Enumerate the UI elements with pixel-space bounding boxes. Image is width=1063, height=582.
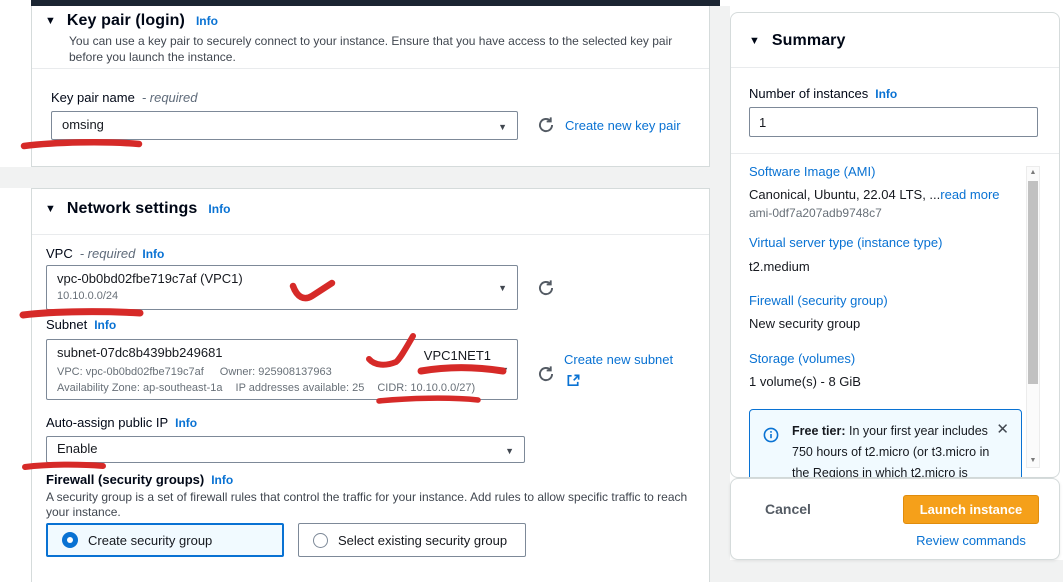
info-link[interactable]: Info — [94, 318, 116, 332]
create-security-group-option[interactable]: Create security group — [46, 523, 284, 557]
chevron-down-icon: ▼ — [505, 446, 514, 456]
close-icon[interactable]: ✕ — [996, 420, 1009, 438]
external-link-icon[interactable] — [566, 373, 581, 388]
subnet-meta-row-1: VPC: vpc-0b0bd02fbe719c7af Owner: 925908… — [57, 366, 332, 378]
vpc-cidr: 10.10.0.0/24 — [57, 290, 118, 302]
info-link[interactable]: Info — [211, 473, 233, 487]
bottom-gap — [730, 560, 1063, 582]
info-link[interactable]: Info — [196, 14, 218, 28]
scrollbar-thumb[interactable] — [1028, 181, 1038, 384]
footer-actions: Cancel Launch instance Review commands — [730, 478, 1060, 560]
key-pair-description: You can use a key pair to securely conne… — [69, 33, 687, 65]
network-header[interactable]: ▼ Network settings Info — [45, 200, 230, 218]
number-of-instances-input[interactable] — [749, 107, 1038, 137]
section-collapse-icon[interactable]: ▼ — [45, 15, 56, 27]
info-link[interactable]: Info — [175, 416, 197, 430]
storage-value: 1 volume(s) - 8 GiB — [749, 374, 861, 389]
scroll-up-icon[interactable]: ▲ — [1027, 167, 1039, 179]
instance-type-value: t2.medium — [749, 259, 810, 274]
summary-header[interactable]: ▼ Summary — [749, 32, 846, 50]
divider — [32, 234, 709, 235]
vpc-selected-value: vpc-0b0bd02fbe719c7af (VPC1) — [57, 271, 243, 286]
number-of-instances-label: Number of instances Info — [749, 86, 897, 101]
free-tier-line-1: Free tier: In your first year includes — [792, 421, 992, 442]
free-tier-line-3: the Regions in which t2.micro is — [792, 463, 992, 478]
subnet-label: Subnet Info — [46, 317, 116, 332]
chevron-down-icon: ▼ — [498, 122, 507, 132]
info-link[interactable]: Info — [142, 247, 164, 261]
subnet-meta-row-2: Availability Zone: ap-southeast-1a IP ad… — [57, 382, 475, 394]
auto-assign-ip-select[interactable]: Enable ▼ — [46, 436, 525, 463]
section-collapse-icon[interactable]: ▼ — [45, 203, 56, 215]
key-pair-name-label: Key pair name - required — [51, 90, 197, 105]
refresh-icon[interactable] — [537, 116, 555, 134]
scroll-down-icon[interactable]: ▼ — [1027, 455, 1039, 467]
key-pair-selected-value: omsing — [62, 117, 104, 132]
chevron-down-icon: ▼ — [500, 365, 509, 375]
vpc-select[interactable]: vpc-0b0bd02fbe719c7af (VPC1) 10.10.0.0/2… — [46, 265, 518, 310]
instance-type-link[interactable]: Virtual server type (instance type) — [749, 235, 942, 250]
divider — [731, 67, 1059, 68]
auto-assign-ip-value: Enable — [57, 441, 97, 456]
launch-instance-button[interactable]: Launch instance — [903, 495, 1039, 524]
storage-link[interactable]: Storage (volumes) — [749, 351, 855, 366]
section-collapse-icon[interactable]: ▼ — [749, 35, 760, 47]
subnet-select[interactable]: subnet-07dc8b439bb249681 VPC1NET1 VPC: v… — [46, 339, 518, 400]
radio-selected-icon[interactable] — [62, 532, 78, 548]
divider — [32, 68, 709, 69]
ami-link[interactable]: Software Image (AMI) — [749, 164, 875, 179]
cancel-button[interactable]: Cancel — [765, 501, 811, 517]
firewall-value: New security group — [749, 316, 860, 331]
info-circle-icon — [763, 427, 779, 443]
vpc-label: VPC - required Info — [46, 246, 164, 261]
refresh-icon[interactable] — [537, 279, 555, 297]
subnet-id: subnet-07dc8b439bb249681 — [57, 345, 223, 360]
ami-description: Canonical, Ubuntu, 22.04 LTS, ...read mo… — [749, 187, 1000, 202]
read-more-link[interactable]: read more — [940, 187, 999, 202]
create-subnet-link[interactable]: Create new subnet — [564, 352, 673, 367]
firewall-description: A security group is a set of firewall ru… — [46, 490, 694, 520]
radio-unselected-icon[interactable] — [313, 533, 328, 548]
review-commands-link[interactable]: Review commands — [903, 533, 1039, 548]
info-link[interactable]: Info — [208, 202, 230, 216]
column-gap — [710, 6, 730, 582]
create-key-pair-link[interactable]: Create new key pair — [565, 118, 681, 133]
divider — [731, 153, 1059, 154]
firewall-link[interactable]: Firewall (security group) — [749, 293, 888, 308]
subnet-name: VPC1NET1 — [424, 348, 491, 363]
ami-id: ami-0df7a207adb9748c7 — [749, 206, 882, 220]
auto-assign-ip-label: Auto-assign public IP Info — [46, 415, 197, 430]
key-pair-select[interactable]: omsing ▼ — [51, 111, 518, 140]
key-pair-section: ▼ Key pair (login) Info You can use a ke… — [31, 6, 710, 167]
select-security-group-option[interactable]: Select existing security group — [298, 523, 526, 557]
network-settings-section: ▼ Network settings Info VPC - required I… — [31, 188, 710, 582]
chevron-down-icon: ▼ — [498, 283, 507, 293]
section-gap — [0, 167, 710, 188]
free-tier-line-2: 750 hours of t2.micro (or t3.micro in — [792, 442, 992, 463]
summary-panel: ▼ Summary Number of instances Info Softw… — [730, 12, 1060, 478]
launch-instance-page: ▼ Key pair (login) Info You can use a ke… — [0, 0, 1063, 582]
info-link[interactable]: Info — [875, 87, 897, 101]
section-title: Network settings — [67, 200, 198, 218]
key-pair-header[interactable]: ▼ Key pair (login) Info — [45, 12, 218, 30]
refresh-icon[interactable] — [537, 365, 555, 383]
section-title: Key pair (login) — [67, 12, 185, 30]
free-tier-alert: Free tier: In your first year includes 7… — [749, 409, 1022, 478]
section-title: Summary — [772, 32, 846, 50]
scrollbar[interactable]: ▲ ▼ — [1026, 166, 1040, 468]
firewall-label: Firewall (security groups) Info — [46, 472, 233, 487]
